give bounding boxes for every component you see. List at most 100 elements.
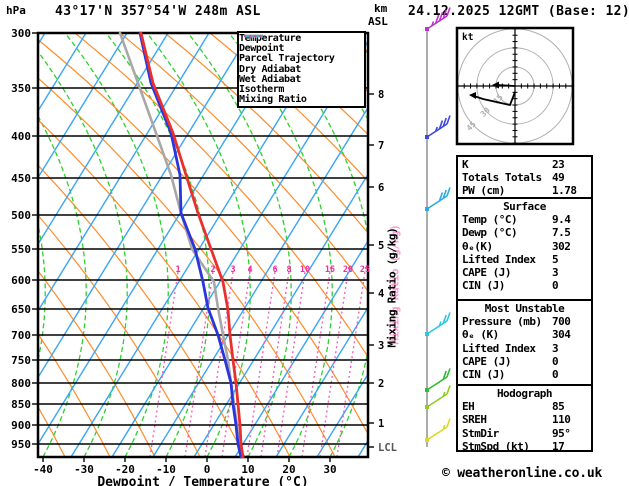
wind-barb: [425, 312, 451, 336]
temperature-tick-label: -40: [33, 463, 53, 476]
pressure-tick-label: 450: [11, 172, 31, 185]
pressure-tick-label: 850: [11, 398, 31, 411]
table-row-value: 302: [552, 239, 571, 253]
temperature-tick-label: 30: [323, 463, 336, 476]
table-row-value: 5: [552, 252, 559, 266]
wind-barb: [425, 7, 451, 31]
km-tick-label: 5: [378, 240, 384, 252]
mixing-ratio-value-label: 15: [325, 265, 335, 275]
pressure-tick-label: 900: [11, 419, 31, 432]
km-tick-label: 2: [378, 378, 384, 390]
table-row-label: PW (cm): [462, 184, 505, 198]
table-row-value: 0: [552, 367, 559, 381]
mixing-ratio-axis-label: Mixing Ratio (g/kg): [385, 227, 399, 348]
km-tick-label: 7: [378, 140, 384, 152]
table-row: EH 85: [458, 400, 591, 413]
table-row-value: 9.4: [552, 213, 571, 227]
table-section-header: Surface: [503, 200, 546, 213]
pressure-tick-label: 800: [11, 377, 31, 390]
table-row-label: SREH: [462, 413, 487, 427]
table-row-label: CIN (J): [462, 279, 505, 293]
mixing-ratio-value-label: 10: [300, 265, 310, 275]
indices-tables: K 23 Totals Totals 49 PW (cm) 1.78 Surface Temp…: [456, 155, 593, 453]
pressure-tick-label: 500: [11, 209, 31, 222]
table-row-value: 95°: [552, 426, 571, 440]
table-row-label: EH: [462, 400, 475, 414]
wind-barb: [425, 115, 451, 139]
table-row: K 23: [458, 158, 591, 171]
km-tick-label: 1: [378, 418, 384, 430]
pressure-tick-label: 600: [11, 274, 31, 287]
pressure-tick-label: 700: [11, 329, 31, 342]
indices-table-section: Hodograph EH 85 SREH 110 StmDir 95° StmSpd (kt)…: [456, 384, 593, 453]
table-row: CIN (J) 0: [458, 279, 591, 292]
table-row: StmSpd (kt) 17: [458, 440, 591, 453]
pressure-tick-label: 550: [11, 243, 31, 256]
table-row-value: 85: [552, 400, 565, 414]
table-row-value: 0: [552, 354, 559, 368]
wet-adiabat-line: [0, 33, 4, 457]
isotherm-line: [38, 33, 210, 313]
mixing-ratio-line: [301, 264, 332, 457]
mixing-ratio-line: [149, 264, 180, 457]
mixing-ratio-value-label: 6: [272, 265, 277, 275]
table-row-label: Dewp (°C): [462, 226, 518, 240]
table-row-label: CAPE (J): [462, 354, 511, 368]
table-row-value: 23: [552, 158, 565, 171]
table-row-value: 700: [552, 315, 571, 329]
table-row: Temp (°C) 9.4: [458, 213, 591, 226]
mixing-ratio-value-label: 1: [175, 265, 180, 275]
indices-table-section: K 23 Totals Totals 49 PW (cm) 1.78: [456, 155, 593, 199]
lcl-label: LCL: [378, 442, 397, 454]
isotherm-line: [0, 33, 4, 457]
table-row-label: StmSpd (kt): [462, 439, 530, 453]
legend-item-label: Mixing Ratio: [239, 94, 307, 106]
table-row-value: 49: [552, 171, 565, 185]
wind-barb: [425, 368, 451, 392]
wet-adiabat-line: [146, 33, 251, 457]
table-row: StmDir 95°: [458, 427, 591, 440]
indices-table-section: Surface Temp (°C) 9.4 Dewp (°C) 7.5 θₑ(K) 302 L…: [456, 197, 593, 301]
wind-barb: [425, 187, 451, 211]
mixing-ratio-value-label: 3: [230, 265, 235, 275]
indices-table-section: Most Unstable Pressure (mb) 700 θₑ (K) 304 Li…: [456, 299, 593, 386]
table-row: Lifted Index 5: [458, 253, 591, 266]
table-row: θₑ(K) 302: [458, 240, 591, 253]
km-tick-label: 8: [378, 89, 384, 101]
hodograph-unit-label: kt: [462, 32, 473, 43]
km-tick-label: 3: [378, 340, 384, 352]
table-row: CIN (J) 0: [458, 368, 591, 381]
table-row-label: Temp (°C): [462, 213, 518, 227]
sounding-page: hPa 43°17'N 357°54'W 248m ASL km ASL 24.…: [0, 0, 629, 486]
mixing-ratio-value-label: 8: [286, 265, 291, 275]
pressure-tick-label: 950: [11, 438, 31, 451]
table-row-label: θₑ (K): [462, 328, 499, 342]
wet-adiabat-line: [598, 33, 629, 457]
table-row-label: Pressure (mb): [462, 315, 542, 329]
temperature-axis: -40 -30 -20 -10 0 10 20 30Dewpoint / Temperatur…: [33, 457, 337, 486]
table-row: CAPE (J) 0: [458, 355, 591, 368]
temperature-tick-label: -30: [74, 463, 94, 476]
pressure-tick-label: 300: [11, 27, 31, 40]
parcel-trajectory-curve: [118, 31, 245, 459]
copyright-footer: © weatheronline.co.uk: [442, 466, 603, 481]
table-row-value: 0: [552, 279, 559, 293]
dry-adiabat-line: [38, 405, 66, 457]
table-row-value: 1.78: [552, 184, 577, 198]
table-row-label: CAPE (J): [462, 265, 511, 279]
temperature-axis-title: Dewpoint / Temperature (°C): [97, 475, 308, 486]
table-row-label: StmDir: [462, 426, 499, 440]
table-row-value: 17: [552, 439, 565, 453]
table-row: CAPE (J) 3: [458, 266, 591, 279]
km-tick-label: 4: [378, 288, 384, 300]
mixing-ratio-value-label: 20: [343, 265, 353, 275]
table-row: SREH 110: [458, 413, 591, 426]
table-row: Lifted Index 3: [458, 342, 591, 355]
table-section-header: Hodograph: [496, 387, 553, 400]
chart-legend: Temperature Dewpoint Parcel Trajectory Dry …: [237, 31, 366, 109]
table-row-label: Lifted Index: [462, 341, 536, 355]
table-row-label: Totals Totals: [462, 171, 542, 185]
legend-item: Mixing Ratio: [239, 35, 364, 106]
mixing-ratio-value-label: 4: [247, 265, 252, 275]
mixing-ratio-line: [336, 264, 367, 457]
